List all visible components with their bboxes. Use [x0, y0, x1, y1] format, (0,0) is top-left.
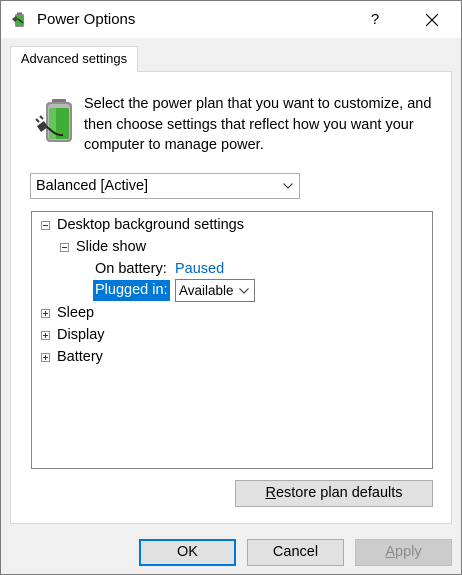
battery-plug-icon — [11, 10, 29, 28]
on-battery-label: On battery: — [95, 261, 167, 277]
plan-description: Select the power plan that you want to c… — [84, 96, 432, 153]
tree-item-display[interactable]: Display — [32, 324, 432, 346]
plugged-in-label: Plugged in: — [93, 280, 170, 301]
title-bar: Power Options ? — [1, 1, 461, 38]
button-label: Cancel — [272, 544, 319, 560]
close-icon — [425, 13, 439, 27]
plugged-in-value: Available — [179, 283, 234, 298]
cancel-button[interactable]: Cancel — [247, 539, 344, 566]
power-plan-dropdown[interactable]: Balanced [Active] — [30, 173, 300, 199]
help-icon: ? — [370, 11, 380, 28]
expand-icon[interactable] — [41, 309, 50, 318]
on-battery-value[interactable]: Paused — [175, 258, 224, 280]
power-plan-value: Balanced [Active] — [36, 178, 149, 194]
chevron-down-icon — [239, 288, 249, 294]
access-key: A — [385, 544, 396, 560]
battery-plug-icon — [35, 96, 75, 144]
tree-item-label: Desktop background settings — [57, 217, 244, 233]
advanced-settings-panel: Select the power plan that you want to c… — [10, 71, 452, 524]
tree-item-label: Slide show — [76, 239, 147, 255]
tree-item-slide-show[interactable]: Slide show — [32, 236, 432, 258]
button-label: pply — [395, 544, 422, 560]
chevron-down-icon — [283, 183, 293, 189]
button-label: OK — [177, 544, 198, 560]
tree-item-on-battery[interactable]: On battery: Paused — [32, 258, 432, 280]
tree-item-label: Battery — [57, 349, 103, 365]
button-label: estore plan defaults — [275, 485, 403, 501]
tree-item-label: Sleep — [57, 305, 95, 321]
plugged-in-dropdown[interactable]: Available — [175, 279, 255, 302]
collapse-icon[interactable] — [41, 221, 50, 230]
expand-icon[interactable] — [41, 331, 50, 340]
close-button[interactable] — [413, 1, 451, 38]
tree-item-sleep[interactable]: Sleep — [32, 302, 432, 324]
apply-button[interactable]: Apply — [355, 539, 452, 566]
tree-item-plugged-in[interactable]: Plugged in: Available — [32, 279, 432, 302]
restore-plan-defaults-button[interactable]: Restore plan defaults — [235, 480, 433, 507]
help-button[interactable]: ? — [357, 1, 393, 38]
collapse-icon[interactable] — [60, 243, 69, 252]
settings-tree[interactable]: Desktop background settings Slide show O… — [31, 211, 433, 469]
tree-item-battery[interactable]: Battery — [32, 346, 432, 368]
power-options-dialog: Power Options ? Advanced settings Select… — [0, 0, 462, 575]
tree-item-desktop-background[interactable]: Desktop background settings — [32, 214, 432, 236]
access-key: R — [265, 485, 276, 501]
tree-item-label: Display — [57, 327, 105, 343]
window-title: Power Options — [37, 11, 136, 28]
expand-icon[interactable] — [41, 353, 50, 362]
ok-button[interactable]: OK — [139, 539, 236, 566]
tab-advanced-settings[interactable]: Advanced settings — [10, 46, 138, 72]
